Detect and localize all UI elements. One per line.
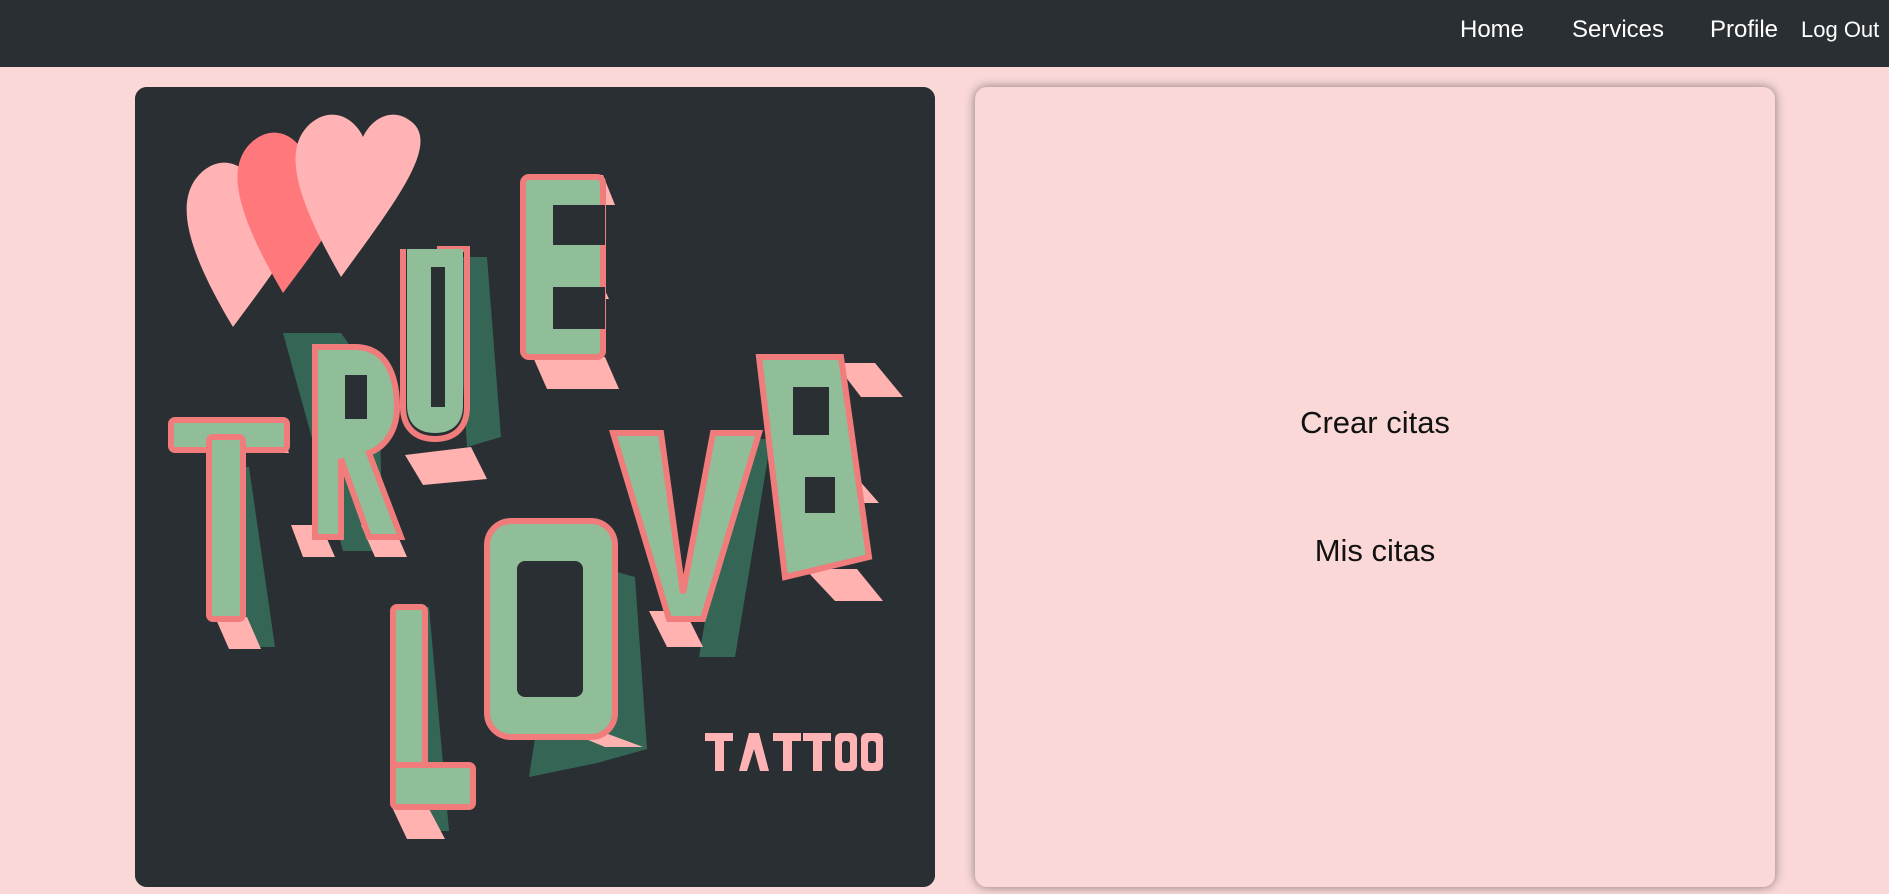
nav-services-link[interactable]: Services (1572, 14, 1664, 46)
appointments-panel: Crear citas Mis citas (975, 87, 1775, 887)
create-appointment-link[interactable]: Crear citas (975, 405, 1775, 441)
my-appointments-link[interactable]: Mis citas (975, 533, 1775, 569)
nav-logout-link[interactable]: Log Out (1801, 14, 1879, 46)
nav-profile-link[interactable]: Profile (1710, 14, 1778, 46)
true-love-tattoo-logo-image (135, 87, 935, 887)
nav-home-link[interactable]: Home (1460, 14, 1524, 46)
true-love-tattoo-poster (135, 87, 935, 887)
top-navbar: Home Services Profile Log Out (0, 0, 1889, 67)
